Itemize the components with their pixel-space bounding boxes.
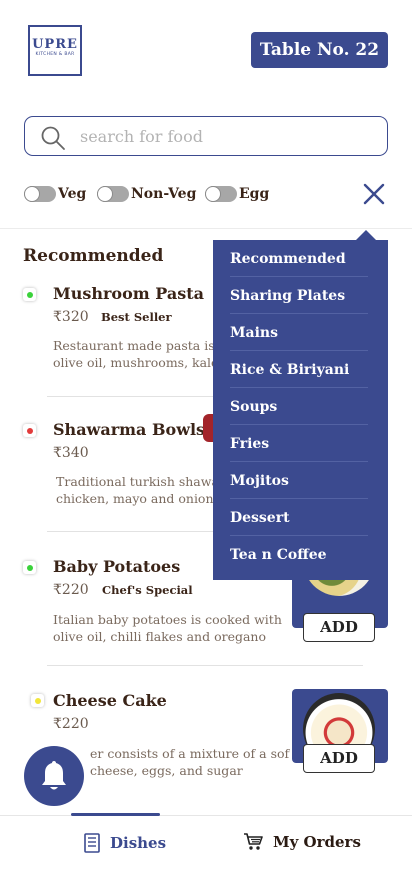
egg-toggle[interactable] bbox=[205, 186, 237, 202]
logo-main-text: UPRE bbox=[32, 37, 78, 52]
logo-sub-text: KITCHEN & BAR bbox=[35, 52, 75, 57]
bell-icon bbox=[42, 761, 66, 790]
menu-item-dessert[interactable]: Dessert bbox=[230, 499, 368, 536]
item-tag: Best Seller bbox=[101, 310, 172, 324]
restaurant-logo: UPRE KITCHEN & BAR bbox=[28, 25, 82, 76]
nav-tab-my-orders-label: My Orders bbox=[273, 833, 361, 851]
filter-egg-label: Egg bbox=[239, 186, 270, 202]
item-price: ₹220 bbox=[53, 716, 89, 732]
item-desc-line2: chicken, mayo and onions bbox=[56, 491, 216, 506]
item-name[interactable]: Mushroom Pasta bbox=[53, 284, 204, 303]
cart-icon bbox=[244, 833, 263, 850]
search-icon bbox=[41, 126, 65, 150]
item-desc-line1: Italian baby potatoes is cooked with bbox=[53, 612, 282, 627]
nav-tab-my-orders[interactable]: My Orders bbox=[243, 833, 361, 851]
egg-indicator bbox=[31, 694, 44, 707]
menu-item-recommended[interactable]: Recommended bbox=[230, 240, 368, 277]
filter-egg[interactable]: Egg bbox=[205, 185, 269, 203]
menu-item-mains[interactable]: Mains bbox=[230, 314, 368, 351]
active-tab-indicator bbox=[71, 813, 160, 816]
add-button[interactable]: ADD bbox=[303, 744, 375, 773]
table-number-badge: Table No. 22 bbox=[251, 32, 388, 68]
menu-book-icon bbox=[84, 833, 100, 853]
item-desc-line1: Traditional turkish shawa bbox=[56, 474, 216, 489]
menu-item-soups[interactable]: Soups bbox=[230, 388, 368, 425]
filter-non-veg[interactable]: Non-Veg bbox=[97, 185, 196, 203]
menu-item-tea-coffee[interactable]: Tea n Coffee bbox=[230, 536, 368, 573]
item-tag: Chef's Special bbox=[102, 583, 193, 597]
section-title: Recommended bbox=[23, 246, 164, 266]
call-waiter-button[interactable] bbox=[24, 746, 84, 806]
item-name[interactable]: Baby Potatoes bbox=[53, 557, 180, 576]
menu-item-mojitos[interactable]: Mojitos bbox=[230, 462, 368, 499]
filter-non-veg-label: Non-Veg bbox=[131, 186, 197, 202]
close-icon[interactable] bbox=[362, 182, 386, 206]
category-menu: Recommended Sharing Plates Mains Rice & … bbox=[213, 230, 388, 580]
item-desc-line2: olive oil, chilli flakes and oregano bbox=[53, 629, 266, 644]
non-veg-indicator bbox=[23, 424, 36, 437]
item-price: ₹320 bbox=[53, 309, 89, 325]
item-name[interactable]: Cheese Cake bbox=[53, 691, 167, 710]
menu-item-sharing-plates[interactable]: Sharing Plates bbox=[230, 277, 368, 314]
item-desc-line1: er consists of a mixture of a soft, bbox=[90, 746, 290, 761]
veg-indicator bbox=[23, 288, 36, 301]
nav-tab-dishes[interactable]: Dishes bbox=[84, 833, 166, 853]
non-veg-toggle[interactable] bbox=[97, 186, 129, 202]
search-bar[interactable] bbox=[24, 116, 388, 156]
item-desc-line2: olive oil, mushrooms, kale bbox=[53, 355, 218, 370]
bottom-navigation: Dishes My Orders bbox=[0, 813, 412, 870]
filter-veg-label: Veg bbox=[58, 186, 87, 202]
menu-item-fries[interactable]: Fries bbox=[230, 425, 368, 462]
header-divider bbox=[0, 228, 412, 229]
item-name[interactable]: Shawarma Bowls bbox=[53, 420, 205, 439]
nav-tab-dishes-label: Dishes bbox=[110, 834, 167, 852]
veg-indicator bbox=[23, 561, 36, 574]
veg-toggle[interactable] bbox=[24, 186, 56, 202]
search-input[interactable] bbox=[80, 123, 370, 149]
menu-item-rice-biriyani[interactable]: Rice & Biriyani bbox=[230, 351, 368, 388]
item-desc-line1: Restaurant made pasta is bbox=[53, 338, 215, 353]
item-price: ₹220 bbox=[53, 582, 89, 598]
item-divider bbox=[47, 665, 363, 666]
filter-veg[interactable]: Veg bbox=[24, 185, 86, 203]
item-price: ₹340 bbox=[53, 445, 89, 461]
item-desc-line2: cheese, eggs, and sugar bbox=[90, 763, 243, 778]
add-button[interactable]: ADD bbox=[303, 613, 375, 642]
